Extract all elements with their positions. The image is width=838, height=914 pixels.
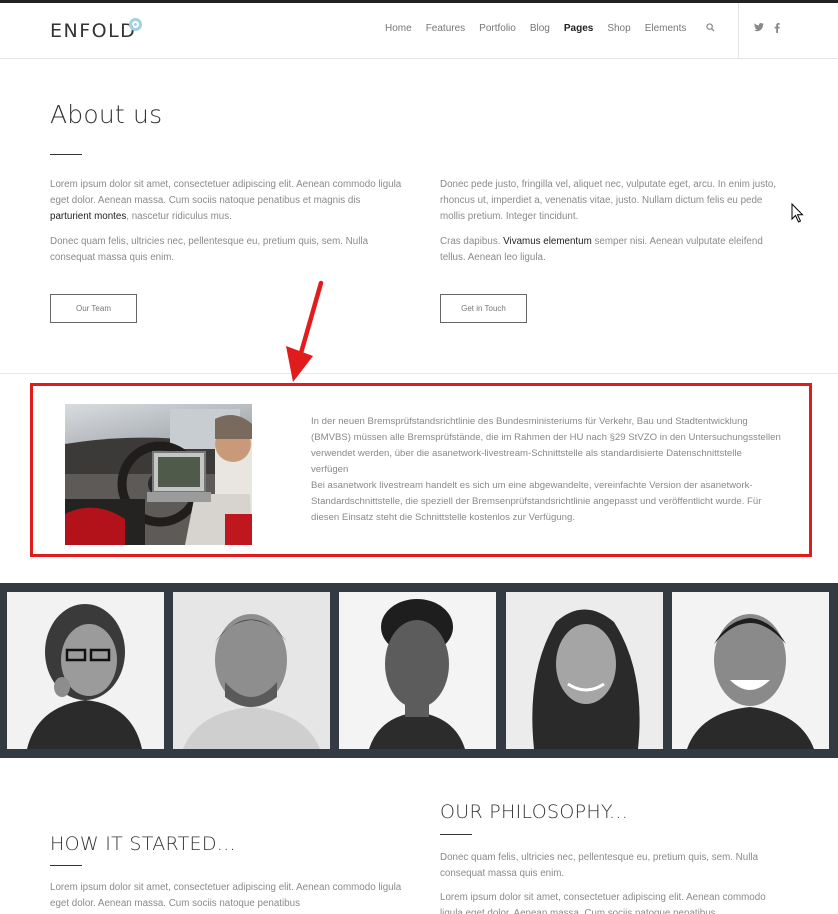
- about-right-paragraph-2: Cras dapibus. Vivamus elementum semper n…: [440, 236, 763, 263]
- facebook-icon[interactable]: [774, 23, 780, 36]
- nav-shop[interactable]: Shop: [607, 23, 630, 34]
- nav-blog[interactable]: Blog: [530, 23, 550, 34]
- logo[interactable]: ENFOLD: [50, 20, 136, 42]
- nav-home[interactable]: Home: [385, 23, 412, 34]
- site-header: ENFOLD Home Features Portfolio Blog Page…: [0, 3, 838, 59]
- team-portrait-1[interactable]: [7, 592, 164, 749]
- section-divider: [0, 373, 838, 374]
- about-left-paragraph-1: Lorem ipsum dolor sit amet, consectetuer…: [50, 179, 402, 222]
- callout-paragraph-2: Bei asanetwork livestream handelt es sic…: [311, 480, 762, 523]
- how-it-started-heading: HOW IT STARTED...: [50, 833, 236, 855]
- mouse-cursor-icon: [791, 203, 804, 223]
- page-title: About us: [50, 100, 163, 129]
- get-in-touch-button[interactable]: Get in Touch: [440, 294, 527, 323]
- team-portrait-2[interactable]: [173, 592, 330, 749]
- about-left-paragraph-2: Donec quam felis, ultricies nec, pellent…: [50, 236, 369, 263]
- highlight-text: parturient montes: [50, 211, 127, 222]
- callout-paragraph-1: In der neuen Bremsprüfstandsrichtlinie d…: [311, 416, 781, 475]
- philosophy-paragraph-2: Lorem ipsum dolor sit amet, consectetuer…: [440, 892, 766, 914]
- about-right-paragraph-1: Donec pede justo, fringilla vel, aliquet…: [440, 179, 777, 222]
- social-links: [754, 23, 780, 36]
- philosophy-underline: [440, 834, 472, 835]
- team-portrait-3[interactable]: [339, 592, 496, 749]
- philosophy-heading: OUR PHILOSOPHY...: [440, 801, 629, 823]
- nav-features[interactable]: Features: [426, 23, 465, 34]
- how-paragraph: Lorem ipsum dolor sit amet, consectetuer…: [50, 882, 402, 909]
- philosophy-paragraph-1: Donec quam felis, ultricies nec, pellent…: [440, 852, 759, 879]
- how-underline: [50, 865, 82, 866]
- title-underline: [50, 154, 82, 155]
- twitter-icon[interactable]: [754, 23, 764, 36]
- nav-portfolio[interactable]: Portfolio: [479, 23, 516, 34]
- nav-elements[interactable]: Elements: [645, 23, 687, 34]
- nav-pages[interactable]: Pages: [564, 23, 593, 34]
- our-team-button[interactable]: Our Team: [50, 294, 137, 323]
- red-arrow-icon: [286, 280, 324, 382]
- main-nav: Home Features Portfolio Blog Pages Shop …: [385, 23, 700, 34]
- nav-divider: [738, 3, 739, 59]
- callout-text: In der neuen Bremsprüfstandsrichtlinie d…: [311, 414, 781, 526]
- team-portrait-5[interactable]: [672, 592, 829, 749]
- search-icon[interactable]: [706, 23, 715, 35]
- logo-mark-icon: [129, 18, 142, 31]
- car-diagnostic-photo: [65, 404, 252, 545]
- team-portrait-4[interactable]: [506, 592, 663, 749]
- highlight-text: Vivamus elementum: [503, 236, 592, 247]
